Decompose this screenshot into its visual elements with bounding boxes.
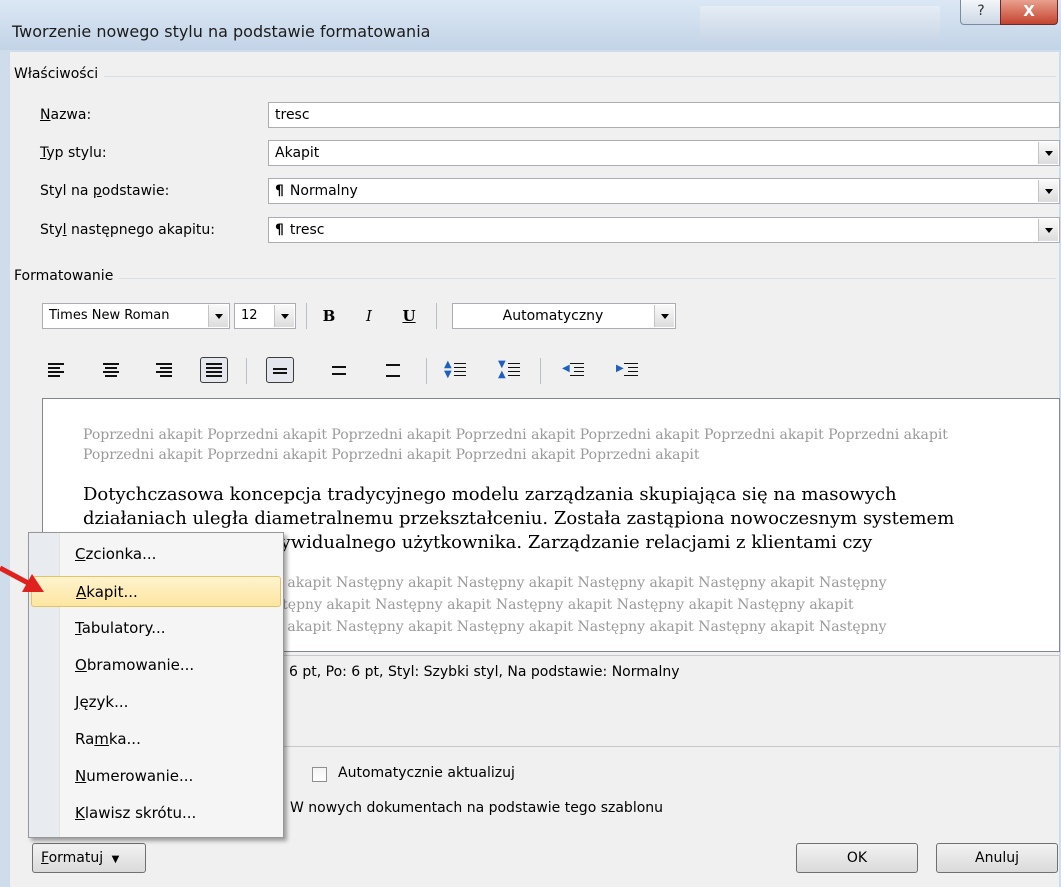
decrease-indent-icon[interactable]: ◀ bbox=[560, 358, 588, 384]
underline-button[interactable]: U bbox=[396, 303, 422, 329]
size-value: 12 bbox=[241, 308, 258, 323]
menu-item-language[interactable]: Język... bbox=[31, 687, 281, 718]
paragraph-mark-icon: ¶ bbox=[275, 183, 284, 199]
autoupdate-label: Automatycznie aktualizuj bbox=[338, 765, 515, 781]
toolbar-separator bbox=[540, 358, 541, 384]
increase-spacing-before-icon[interactable]: ▲ ▼ bbox=[442, 358, 470, 384]
formatting-group-label: Formatowanie bbox=[14, 268, 120, 284]
menu-item-paragraph[interactable]: Akapit... bbox=[31, 576, 281, 607]
toolbar-separator bbox=[306, 303, 307, 329]
cancel-button[interactable]: Anuluj bbox=[936, 843, 1058, 873]
chevron-down-icon[interactable] bbox=[1038, 180, 1058, 202]
justify-icon[interactable] bbox=[200, 357, 228, 383]
menu-item-label: Czcionka... bbox=[75, 545, 157, 563]
menu-item-label: Klawisz skrótu... bbox=[75, 804, 197, 822]
toolbar-separator bbox=[436, 303, 437, 329]
menu-item-label: Akapit... bbox=[76, 583, 138, 601]
based-on-value: Normalny bbox=[289, 183, 358, 199]
description-text: 6 pt, Po: 6 pt, Styl: Szybki styl, Na po… bbox=[289, 664, 680, 680]
formatting-group-line bbox=[16, 278, 1056, 279]
caret-down-icon: ▼ bbox=[111, 854, 120, 865]
chevron-down-icon[interactable] bbox=[654, 305, 674, 327]
menu-item-label: Tabulatory... bbox=[75, 619, 166, 637]
help-button[interactable]: ? bbox=[960, 0, 1002, 25]
chevron-down-icon[interactable] bbox=[274, 305, 294, 327]
menu-item-frame[interactable]: Ramka... bbox=[31, 724, 281, 755]
next-paragraph-preview: y akapit Następny akapit Następny akapit… bbox=[275, 619, 887, 635]
chevron-down-icon[interactable] bbox=[1038, 142, 1058, 164]
decrease-spacing-before-icon[interactable]: ▼ ▲ bbox=[496, 358, 524, 384]
chevron-down-icon[interactable] bbox=[208, 305, 228, 327]
window-title: Tworzenie nowego stylu na podstawie form… bbox=[12, 22, 431, 41]
next-style-select[interactable]: ¶ tresc bbox=[268, 217, 1060, 243]
menu-item-label: Obramowanie... bbox=[75, 656, 195, 674]
next-style-label: Styl następnego akapitu: bbox=[40, 222, 216, 238]
increase-indent-icon[interactable]: ▶ bbox=[614, 358, 642, 384]
font-select[interactable]: Times New Roman bbox=[42, 303, 230, 329]
bold-button[interactable]: B bbox=[316, 303, 342, 329]
properties-group-label: Właściwości bbox=[14, 66, 105, 82]
name-label-text: azwa: bbox=[50, 107, 92, 123]
menu-item-numbering[interactable]: Numerowanie... bbox=[31, 761, 281, 792]
single-spacing-icon[interactable] bbox=[266, 357, 294, 383]
annotation-arrow-icon bbox=[0, 565, 44, 592]
format-button-label: Formatuj bbox=[41, 850, 104, 866]
name-label: Nazwa: bbox=[40, 107, 92, 123]
size-select[interactable]: 12 bbox=[234, 303, 296, 329]
preview-line: Dotychczasowa koncepcja tradycyjnego mod… bbox=[83, 484, 897, 505]
align-center-icon[interactable] bbox=[98, 358, 126, 384]
next-paragraph-preview: y akapit Następny akapit Następny akapit… bbox=[275, 575, 887, 591]
next-style-value: tresc bbox=[289, 222, 325, 238]
background-style-combo bbox=[700, 6, 940, 40]
format-button[interactable]: Formatuj ▼ bbox=[32, 843, 146, 873]
based-on-select[interactable]: ¶ Normalny bbox=[268, 178, 1060, 204]
italic-button[interactable]: I bbox=[356, 303, 382, 329]
toolbar-separator bbox=[246, 358, 247, 384]
previous-paragraph-preview: Poprzedni akapit Poprzedni akapit Poprze… bbox=[83, 427, 948, 463]
align-right-icon[interactable] bbox=[150, 358, 178, 384]
font-value: Times New Roman bbox=[49, 308, 170, 323]
format-menu: Czcionka... Akapit... Tabulatory... Obra… bbox=[28, 532, 284, 838]
close-button[interactable]: X bbox=[1000, 0, 1058, 25]
double-spacing-icon[interactable] bbox=[380, 358, 408, 384]
paragraph-mark-icon: ¶ bbox=[275, 222, 284, 238]
color-select[interactable]: Automatyczny bbox=[452, 303, 676, 329]
menu-item-tabs[interactable]: Tabulatory... bbox=[31, 613, 281, 644]
style-type-value: Akapit bbox=[275, 145, 320, 161]
color-value: Automatyczny bbox=[502, 308, 604, 324]
preview-line: dywidualnego użytkownika. Zarządzanie re… bbox=[269, 532, 873, 553]
template-option-label: W nowych dokumentach na podstawie tego s… bbox=[290, 800, 664, 816]
properties-group-line bbox=[16, 76, 1056, 77]
chevron-down-icon[interactable] bbox=[1038, 219, 1058, 241]
preview-line: działaniach uległa diametralnemu przeksz… bbox=[83, 508, 955, 529]
menu-item-font[interactable]: Czcionka... bbox=[31, 539, 281, 570]
ok-button[interactable]: OK bbox=[796, 843, 918, 873]
menu-item-label: Numerowanie... bbox=[75, 767, 194, 785]
one-half-spacing-icon[interactable] bbox=[326, 358, 354, 384]
menu-item-label: Ramka... bbox=[75, 730, 141, 748]
name-input[interactable]: tresc bbox=[268, 102, 1060, 128]
style-type-select[interactable]: Akapit bbox=[268, 140, 1060, 166]
menu-item-borders[interactable]: Obramowanie... bbox=[31, 650, 281, 681]
menu-item-label: Język... bbox=[75, 693, 129, 711]
style-type-label: Typ stylu: bbox=[40, 145, 107, 161]
next-paragraph-preview: stępny akapit Następny akapit Następny a… bbox=[275, 597, 854, 613]
toolbar-separator bbox=[426, 358, 427, 384]
based-on-label: Styl na podstawie: bbox=[40, 183, 170, 199]
menu-item-shortcut-key[interactable]: Klawisz skrótu... bbox=[31, 798, 281, 829]
autoupdate-checkbox[interactable] bbox=[312, 767, 327, 782]
align-left-icon[interactable] bbox=[44, 358, 72, 384]
